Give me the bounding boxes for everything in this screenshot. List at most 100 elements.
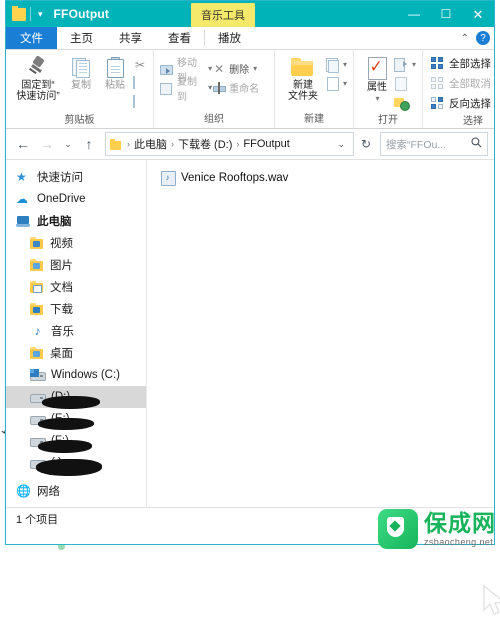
list-item[interactable]: ♪ Venice Rooftops.wav: [147, 168, 494, 188]
minimize-button[interactable]: —: [398, 1, 430, 27]
sidebar-item-windows-c[interactable]: Windows (C:): [6, 364, 146, 386]
search-input[interactable]: 搜索“FFOu...: [380, 132, 488, 156]
file-list-pane[interactable]: ♪ Venice Rooftops.wav: [147, 160, 500, 615]
easy-access-button[interactable]: ▾: [325, 75, 347, 92]
paste-button[interactable]: 粘贴: [98, 54, 132, 91]
close-button[interactable]: ✕: [462, 1, 494, 27]
scissors-icon: ✂: [134, 57, 146, 72]
main-content: ★ 快速访问 ☁ OneDrive 此电脑 视频 图片 文档 下载 ♪ 音乐 桌…: [6, 159, 500, 615]
sidebar-item-network[interactable]: 🌐 网络: [6, 480, 146, 502]
sidebar-item-label: 网络: [37, 486, 60, 498]
star-icon: ★: [16, 170, 27, 184]
sidebar-item-label: OneDrive: [37, 193, 86, 205]
chevron-down-icon[interactable]: ▾: [376, 94, 380, 103]
group-label-organize: 组织: [204, 114, 224, 125]
up-button[interactable]: ↑: [78, 133, 100, 155]
sidebar-item-label: 视频: [50, 238, 73, 250]
sidebar-item-label: 文档: [50, 282, 73, 294]
sidebar-item-label: 快速访问: [37, 172, 83, 184]
redaction-mark: [36, 459, 102, 476]
downloads-folder-icon: [30, 303, 44, 315]
copy-button[interactable]: 复制: [64, 54, 98, 91]
breadcrumb-separator: ›: [236, 139, 240, 149]
sidebar-item-pictures[interactable]: 图片: [6, 254, 146, 276]
tab-view[interactable]: 查看: [155, 27, 204, 49]
tab-share[interactable]: 共享: [106, 27, 155, 49]
copy-to-icon: [160, 81, 174, 95]
documents-folder-icon: [30, 281, 44, 293]
cut-button[interactable]: ✂: [133, 56, 147, 73]
sidebar-item-this-pc[interactable]: 此电脑: [6, 210, 146, 232]
back-button[interactable]: ←: [12, 133, 34, 155]
paste-shortcut-button[interactable]: [133, 94, 147, 111]
tab-home[interactable]: 主页: [57, 27, 106, 49]
new-item-icon: [325, 57, 339, 73]
pin-icon: [27, 55, 49, 78]
network-icon: 🌐: [16, 484, 31, 498]
chevron-down-icon[interactable]: ▾: [35, 9, 46, 20]
sidebar-item-documents[interactable]: 文档: [6, 276, 146, 298]
new-folder-icon: [290, 56, 316, 78]
invert-selection-icon: [431, 97, 444, 110]
forward-button[interactable]: →: [36, 133, 58, 155]
history-button[interactable]: [394, 94, 416, 111]
copy-path-button[interactable]: [133, 75, 147, 92]
contextual-tab-music-tools[interactable]: 音乐工具: [191, 3, 255, 28]
properties-button[interactable]: ✓ 属性 ▾: [360, 54, 394, 104]
edit-icon: [394, 76, 408, 91]
breadcrumb-drive-d[interactable]: 下载卷 (D:): [178, 136, 232, 152]
recent-locations-button[interactable]: ⌄: [60, 133, 76, 155]
watermark-name-en: zsbaocheng.net: [424, 536, 494, 547]
chevron-down-icon[interactable]: ▾: [343, 60, 347, 69]
maximize-button[interactable]: ☐: [430, 1, 462, 27]
collapse-ribbon-icon[interactable]: ⌃: [461, 33, 469, 44]
ribbon-body: 固定到“ 快速访问” 复制 粘贴 ✂ 剪贴板 移动到 ▾ 复制到 ▾ ✕ 删除 …: [6, 50, 494, 129]
refresh-button[interactable]: ↻: [356, 133, 376, 155]
delete-button[interactable]: ✕ 删除 ▾: [212, 60, 268, 77]
breadcrumb[interactable]: › 此电脑 › 下载卷 (D:) › FFOutput ⌄: [105, 132, 354, 156]
address-bar: ← → ⌄ ↑ › 此电脑 › 下载卷 (D:) › FFOutput ⌄ ↻ …: [6, 129, 494, 159]
rename-label: 重命名: [229, 84, 260, 95]
copy-to-button[interactable]: 复制到 ▾: [160, 77, 212, 103]
chevron-down-icon[interactable]: ▾: [253, 64, 257, 73]
rename-button[interactable]: 重命名: [212, 79, 268, 96]
wav-file-icon: ♪: [161, 171, 176, 186]
sidebar-item-desktop[interactable]: 桌面: [6, 342, 146, 364]
select-none-label: 全部取消: [449, 78, 492, 90]
watermark: 保成网 zsbaocheng.net: [378, 509, 496, 549]
close-icon: ✕: [472, 6, 484, 22]
refresh-icon: ↻: [360, 137, 372, 151]
breadcrumb-this-pc[interactable]: 此电脑: [134, 136, 167, 152]
window-title: FFOutput: [53, 7, 110, 21]
quick-access-toolbar[interactable]: ▾: [6, 5, 46, 21]
sidebar-item-label: 下载: [50, 304, 73, 316]
pin-label-line2: 快速访问”: [16, 91, 60, 102]
sidebar-item-music[interactable]: ♪ 音乐: [6, 320, 146, 342]
breadcrumb-ffoutput[interactable]: FFOutput: [243, 138, 289, 150]
music-folder-icon: ♪: [34, 324, 41, 338]
sidebar-item-onedrive[interactable]: ☁ OneDrive: [6, 188, 146, 210]
help-icon[interactable]: ?: [476, 31, 490, 45]
new-folder-button[interactable]: 新建 文件夹: [281, 54, 325, 102]
open-with-button[interactable]: ▾: [394, 56, 416, 73]
sidebar-item-videos[interactable]: 视频: [6, 232, 146, 254]
chevron-down-icon[interactable]: ▾: [412, 60, 416, 69]
new-item-button[interactable]: ▾: [325, 56, 347, 73]
select-all-icon: [431, 57, 444, 70]
sidebar-item-quick-access[interactable]: ★ 快速访问: [6, 166, 146, 188]
select-all-button[interactable]: 全部选择: [431, 55, 500, 72]
chevron-down-icon[interactable]: ▾: [343, 79, 347, 88]
edit-button[interactable]: [394, 75, 416, 92]
sidebar-item-downloads[interactable]: 下载: [6, 298, 146, 320]
select-none-button[interactable]: 全部取消: [431, 75, 500, 92]
address-dropdown-icon[interactable]: ⌄: [333, 139, 349, 150]
history-icon: [394, 96, 411, 111]
copy-to-label: 复制到: [177, 76, 197, 103]
properties-icon: ✓: [365, 56, 389, 80]
pin-to-quick-access-button[interactable]: 固定到“ 快速访问”: [12, 54, 64, 102]
folder-icon: [110, 138, 122, 150]
tab-file[interactable]: 文件: [6, 27, 57, 49]
invert-selection-button[interactable]: 反向选择: [431, 95, 500, 112]
redaction-mark: [42, 396, 100, 409]
tab-play[interactable]: 播放: [205, 27, 254, 49]
